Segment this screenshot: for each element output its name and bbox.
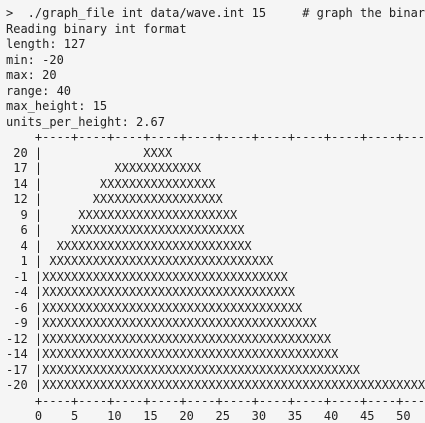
row-bar: | XXXXXXXXXXXXXXXXXXXXXXXX [27, 223, 245, 237]
histogram-row: 17 | XXXXXXXXXXXX [6, 161, 425, 177]
top-axis: +----+----+----+----+----+----+----+----… [34, 130, 425, 144]
row-label: 20 [6, 145, 28, 160]
row-bar: |XXXXXXXXXXXXXXXXXXXXXXXXXXXXXXXXXXXXXXX… [27, 331, 332, 346]
row-label: -6 [6, 300, 28, 315]
program-output: Reading binary int format length: 127 min:… [6, 22, 425, 131]
row-label: -4 [6, 285, 28, 299]
row-bar: |XXXXXXXXXXXXXXXXXXXXXXXXXXXXXXXXXXX [27, 285, 295, 299]
output-line: max_height: 15 [6, 99, 108, 113]
row-label: 6 [6, 223, 28, 237]
histogram-row: -9 |XXXXXXXXXXXXXXXXXXXXXXXXXXXXXXXXXXXX… [6, 316, 425, 332]
row-label: -12 [6, 331, 28, 346]
row-bar: | XXXXXXXXXXXXXXXXXXXXXXXXXXXXXXX [27, 254, 274, 268]
histogram-row: 20 | XXXX [6, 146, 425, 162]
row-label: -20 [6, 378, 28, 392]
row-bar: | XXXXXXXXXXXXXXXX [27, 176, 216, 191]
histogram-row: -17 |XXXXXXXXXXXXXXXXXXXXXXXXXXXXXXXXXXX… [6, 363, 425, 379]
histogram-row: -20 |XXXXXXXXXXXXXXXXXXXXXXXXXXXXXXXXXXX… [6, 378, 425, 394]
x-tick-labels: 0 5 10 15 20 25 30 35 40 45 50 [6, 409, 411, 423]
command-line: > ./graph_file int data/wave.int 15 # gr… [6, 6, 425, 20]
row-bar: |XXXXXXXXXXXXXXXXXXXXXXXXXXXXXXXXXXXXXX [27, 316, 317, 330]
row-bar: |XXXXXXXXXXXXXXXXXXXXXXXXXXXXXXXXXXXXXXX… [34, 378, 425, 392]
histogram-row: 4 | XXXXXXXXXXXXXXXXXXXXXXXXXXX [6, 239, 425, 255]
output-line: max: 20 [6, 68, 57, 82]
histogram-row: 1 | XXXXXXXXXXXXXXXXXXXXXXXXXXXXXXX [6, 254, 425, 270]
row-label: 14 [6, 176, 28, 191]
row-bar: |XXXXXXXXXXXXXXXXXXXXXXXXXXXXXXXXXXXXXXX… [27, 362, 425, 377]
row-bar: | XXXX [27, 145, 173, 160]
row-label: -14 [6, 347, 28, 361]
text-histogram: +----+----+----+----+----+----+----+----… [6, 130, 425, 423]
row-label: -17 [6, 362, 28, 377]
histogram-row: -6 |XXXXXXXXXXXXXXXXXXXXXXXXXXXXXXXXXXXX [6, 301, 425, 317]
output-line: range: 40 [6, 83, 72, 98]
row-label: 1 [6, 254, 28, 268]
row-bar: | XXXXXXXXXXXXXXXXXX [27, 192, 223, 206]
row-label: -1 [6, 269, 28, 284]
row-bar: | XXXXXXXXXXXXXXXXXXXXXXXXXXX [27, 238, 252, 253]
bottom-axis: +----+----+----+----+----+----+----+----… [34, 393, 425, 408]
row-bar: | XXXXXXXXXXXX [27, 161, 202, 175]
output-line: length: 127 [6, 37, 86, 51]
histogram-row: 14 | XXXXXXXXXXXXXXXX [6, 177, 425, 193]
row-bar: | XXXXXXXXXXXXXXXXXXXXXX [27, 207, 238, 222]
row-bar: |XXXXXXXXXXXXXXXXXXXXXXXXXXXXXXXXXXXX [27, 300, 303, 315]
row-label: 4 [6, 238, 28, 253]
row-label: -9 [6, 316, 28, 330]
output-line: min: -20 [6, 52, 64, 67]
row-label: 12 [6, 192, 28, 206]
histogram-row: 6 | XXXXXXXXXXXXXXXXXXXXXXXX [6, 223, 425, 239]
histogram-row: -14 |XXXXXXXXXXXXXXXXXXXXXXXXXXXXXXXXXXX… [6, 347, 425, 363]
output-line: units_per_height: 2.67 [6, 114, 165, 129]
histogram-row: 9 | XXXXXXXXXXXXXXXXXXXXXX [6, 208, 425, 224]
output-line: Reading binary int format [6, 21, 187, 36]
histogram-row: 12 | XXXXXXXXXXXXXXXXXX [6, 192, 425, 208]
row-bar: |XXXXXXXXXXXXXXXXXXXXXXXXXXXXXXXXXX [27, 269, 288, 284]
row-label: 17 [6, 161, 28, 175]
histogram-row: -12 |XXXXXXXXXXXXXXXXXXXXXXXXXXXXXXXXXXX… [6, 332, 425, 348]
histogram-rows: 20 | XXXX 17 | XXXXXXXXXXXX 14 | XXXXXXX… [6, 146, 425, 394]
histogram-row: -4 |XXXXXXXXXXXXXXXXXXXXXXXXXXXXXXXXXXX [6, 285, 425, 301]
row-label: 9 [6, 207, 28, 222]
histogram-row: -1 |XXXXXXXXXXXXXXXXXXXXXXXXXXXXXXXXXX [6, 270, 425, 286]
terminal-window[interactable]: > ./graph_file int data/wave.int 15 # gr… [0, 0, 425, 423]
row-bar: |XXXXXXXXXXXXXXXXXXXXXXXXXXXXXXXXXXXXXXX… [27, 347, 339, 361]
